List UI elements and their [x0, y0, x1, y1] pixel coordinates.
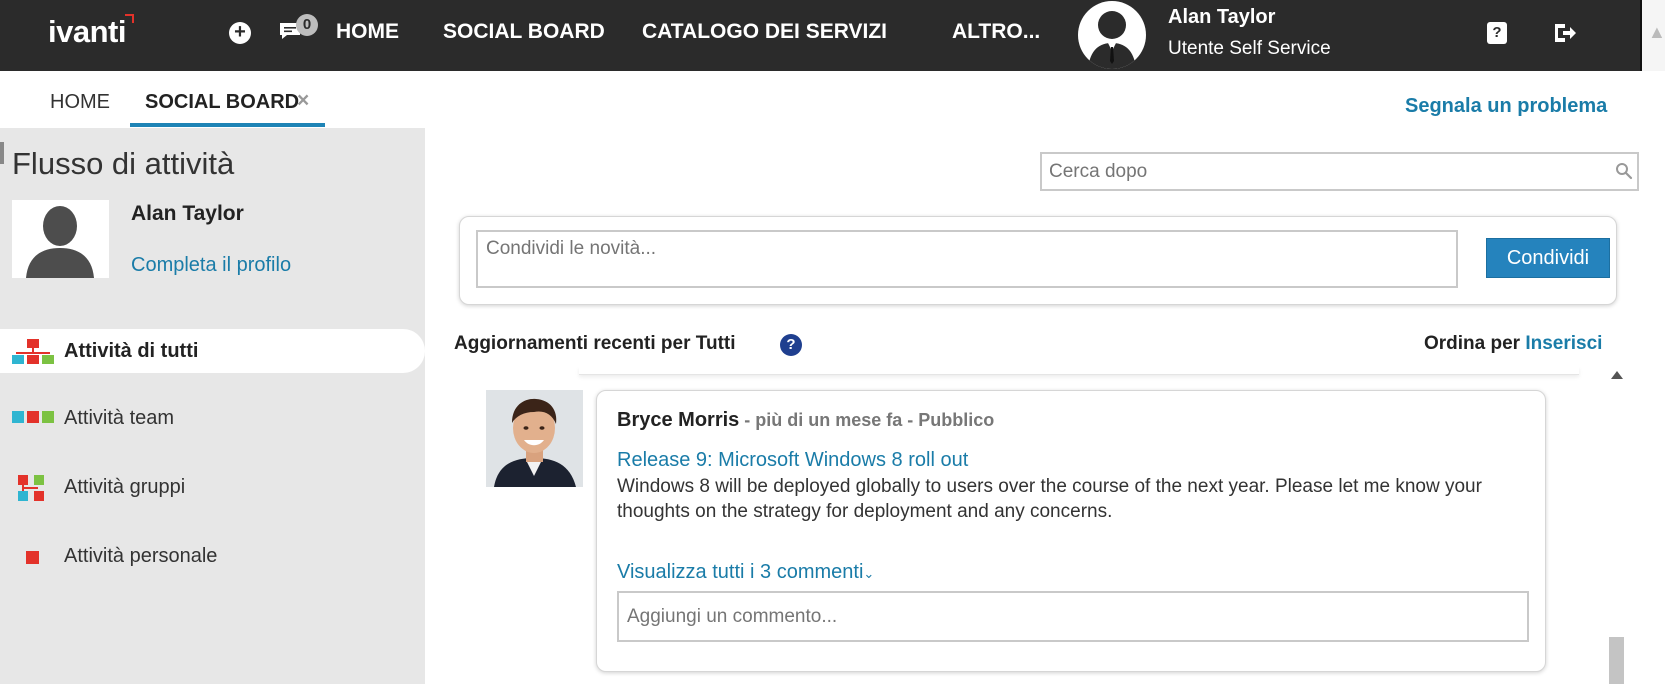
filter-label: Attività gruppi — [64, 476, 186, 498]
sort-by-control: Ordina per Inserisci — [1424, 333, 1602, 355]
filter-label: Attività personale — [64, 545, 218, 567]
feed-scrollbar[interactable] — [1607, 367, 1627, 684]
nav-more[interactable]: ALTRO... — [952, 20, 1040, 44]
logo-mark-icon — [125, 14, 134, 23]
post-body: Windows 8 will be deployed globally to u… — [617, 476, 1482, 522]
filter-team-activity[interactable]: Attività team — [0, 396, 425, 440]
profile-picture[interactable] — [12, 200, 109, 278]
default-avatar-icon — [12, 200, 109, 278]
logout-icon[interactable] — [1553, 22, 1577, 44]
groups-icon — [18, 475, 44, 501]
tab-home[interactable]: HOME — [50, 91, 110, 114]
nav-home[interactable]: HOME — [336, 20, 399, 44]
share-button[interactable]: Condividi — [1486, 238, 1610, 278]
org-chart-icon — [12, 339, 54, 364]
report-problem-link[interactable]: Segnala un problema — [1405, 95, 1607, 118]
view-comments-label: Visualizza tutti i 3 commenti — [617, 561, 864, 583]
team-icon — [12, 411, 54, 423]
ivanti-logo[interactable]: ivanti — [48, 14, 126, 50]
post-author-name[interactable]: Bryce Morris — [617, 409, 739, 431]
post-title-link[interactable]: Release 9: Microsoft Windows 8 roll out — [617, 449, 968, 472]
share-update-card: Condividi — [459, 216, 1617, 305]
scroll-up-icon[interactable] — [1611, 371, 1623, 379]
search-icon[interactable] — [1615, 162, 1633, 180]
add-icon[interactable]: + — [229, 22, 251, 44]
activity-feed: Bryce Morris - più di un mese fa - Pubbl… — [454, 367, 1630, 684]
complete-profile-link[interactable]: Completa il profilo — [131, 254, 291, 277]
post-author-avatar[interactable] — [486, 390, 583, 487]
help-icon[interactable]: ? — [1487, 22, 1507, 44]
expand-arrow-icon[interactable]: ▲ — [1648, 22, 1665, 43]
user-name[interactable]: Alan Taylor — [1168, 6, 1275, 29]
help-icon[interactable]: ? — [780, 334, 802, 356]
active-tab-indicator — [130, 123, 325, 127]
post-meta: - più di un mese fa - Pubblico — [739, 410, 995, 430]
double-chevron-down-icon: ⌄ — [863, 566, 875, 581]
post-author: Bryce Morris - più di un mese fa - Pubbl… — [617, 409, 994, 432]
search-input[interactable] — [1042, 154, 1582, 189]
personal-icon — [26, 551, 39, 564]
user-silhouette-icon — [1088, 11, 1136, 69]
profile-name: Alan Taylor — [131, 202, 244, 225]
filter-all-activity[interactable]: Attività di tutti — [0, 329, 425, 373]
scroll-thumb[interactable] — [1609, 637, 1624, 684]
share-update-input[interactable] — [476, 230, 1458, 288]
view-comments-link[interactable]: Visualizza tutti i 3 commenti⌄ — [617, 561, 874, 584]
sidebar-collapse-handle[interactable] — [0, 142, 4, 164]
recent-updates-title: Aggiornamenti recenti per Tutti — [454, 333, 736, 354]
add-comment-input[interactable] — [617, 591, 1529, 642]
author-photo — [486, 390, 583, 487]
filter-personal-activity[interactable]: Attività personale — [0, 534, 425, 578]
user-avatar[interactable] — [1078, 1, 1146, 69]
filter-label: Attività team — [64, 407, 175, 429]
tab-strip: HOME SOCIAL BOARD × Segnala un problema — [0, 71, 1665, 128]
tab-close-icon[interactable]: × — [297, 89, 309, 113]
activity-sidebar: Flusso di attività Alan Taylor Completa … — [0, 128, 425, 684]
nav-social-board[interactable]: SOCIAL BOARD — [443, 20, 605, 44]
notification-count-badge: 0 — [296, 14, 318, 36]
sort-by-label: Ordina per — [1424, 333, 1521, 354]
nav-service-catalog[interactable]: CATALOGO DEI SERVIZI — [642, 20, 887, 44]
feed-divider — [579, 367, 1579, 375]
filter-groups-activity[interactable]: Attività gruppi — [0, 465, 425, 509]
activity-stream-title: Flusso di attività — [12, 146, 235, 181]
user-role: Utente Self Service — [1168, 38, 1331, 59]
search-field — [1040, 152, 1639, 191]
top-navigation-bar: ivanti + 0 HOME SOCIAL BOARD CATALOGO DE… — [0, 0, 1665, 71]
post-card: Bryce Morris - più di un mese fa - Pubbl… — [596, 390, 1546, 672]
filter-label: Attività di tutti — [64, 340, 199, 362]
sort-by-option-link[interactable]: Inserisci — [1525, 333, 1602, 354]
tab-social-board[interactable]: SOCIAL BOARD — [145, 91, 299, 114]
